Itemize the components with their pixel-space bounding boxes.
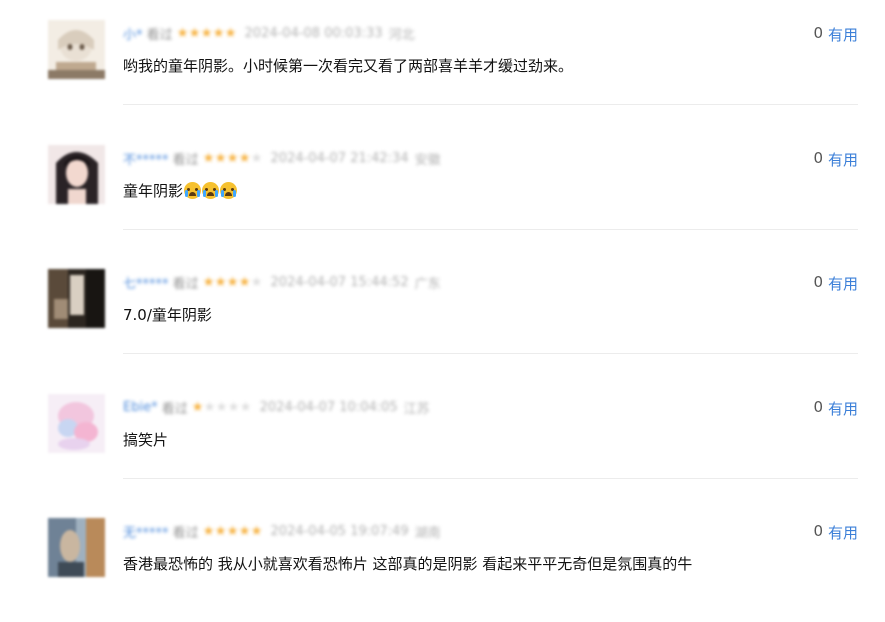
star-icon: ★ <box>238 523 251 539</box>
star-icon: ★ <box>238 150 251 166</box>
watched-label: 看过 <box>146 27 173 43</box>
watched-label: 看过 <box>172 152 199 168</box>
comment-text: 7.0/童年阴影 <box>123 306 212 324</box>
comment-timestamp: 2024-04-07 15:44:52 <box>270 274 409 290</box>
star-icon: ★ <box>202 274 215 290</box>
useful-label: 有用 <box>827 151 858 169</box>
crying-face-icon <box>220 182 238 199</box>
star-icon: ★ <box>212 25 225 41</box>
star-icon: ★ <box>239 399 252 415</box>
useful-label: 有用 <box>827 275 858 293</box>
star-icon: ★ <box>214 523 227 539</box>
comment-text: 童年阴影 <box>123 180 238 201</box>
star-icon: ★ <box>226 150 239 166</box>
divider <box>123 229 858 230</box>
rating-stars: ★ ★ ★ ★ ★ <box>192 401 252 414</box>
comment-item: 无***** 看过 ★ ★ ★ ★ ★ 2024-04-05 19:07:49 … <box>0 498 885 622</box>
comment-timestamp: 2024-04-07 10:04:05 <box>259 399 398 415</box>
watched-label: 看过 <box>172 276 199 292</box>
useful-button[interactable]: 0 有用 <box>813 273 858 294</box>
rating-stars: ★ ★ ★ ★ ★ <box>203 276 263 289</box>
comment-meta: 不***** 看过 ★ ★ ★ ★ ★ 2024-04-07 21:42:34 … <box>123 148 441 168</box>
comment-location: 河北 <box>388 27 415 43</box>
star-icon: ★ <box>176 25 189 41</box>
star-icon: ★ <box>250 274 263 290</box>
star-icon: ★ <box>188 25 201 41</box>
comment-timestamp: 2024-04-07 21:42:34 <box>270 150 409 166</box>
username-link[interactable]: 小* <box>123 24 143 43</box>
avatar[interactable] <box>48 20 105 79</box>
username-link[interactable]: 不***** <box>123 149 169 168</box>
username-link[interactable]: 七***** <box>123 273 169 292</box>
star-icon: ★ <box>238 274 251 290</box>
rating-stars: ★ ★ ★ ★ ★ <box>203 152 263 165</box>
comment-meta: 小* 看过 ★ ★ ★ ★ ★ 2024-04-08 00:03:33 河北 <box>123 23 415 43</box>
avatar[interactable] <box>48 269 105 328</box>
star-icon: ★ <box>214 150 227 166</box>
star-icon: ★ <box>224 25 237 41</box>
star-icon: ★ <box>214 274 227 290</box>
useful-count: 0 <box>813 273 823 291</box>
comment-meta: 无***** 看过 ★ ★ ★ ★ ★ 2024-04-05 19:07:49 … <box>123 521 441 541</box>
comment-location: 湖南 <box>414 525 441 541</box>
rating-stars: ★ ★ ★ ★ ★ <box>177 27 237 40</box>
rating-stars: ★ ★ ★ ★ ★ <box>203 525 263 538</box>
divider <box>123 104 858 105</box>
crying-face-icon <box>184 182 202 199</box>
useful-count: 0 <box>813 24 823 42</box>
username-link[interactable]: Ebie* <box>123 400 158 415</box>
comment-timestamp: 2024-04-08 00:03:33 <box>244 25 383 41</box>
useful-button[interactable]: 0 有用 <box>813 522 858 543</box>
avatar[interactable] <box>48 394 105 453</box>
comment-item: 七***** 看过 ★ ★ ★ ★ ★ 2024-04-07 15:44:52 … <box>0 249 885 373</box>
star-icon: ★ <box>215 399 228 415</box>
comment-timestamp: 2024-04-05 19:07:49 <box>270 523 409 539</box>
useful-label: 有用 <box>827 524 858 542</box>
comment-item: Ebie* 看过 ★ ★ ★ ★ ★ 2024-04-07 10:04:05 江… <box>0 374 885 498</box>
divider <box>123 478 858 479</box>
useful-label: 有用 <box>827 400 858 418</box>
useful-button[interactable]: 0 有用 <box>813 24 858 45</box>
star-icon: ★ <box>250 150 263 166</box>
comment-location: 广东 <box>414 276 441 292</box>
comment-location: 江苏 <box>403 401 430 417</box>
comment-item: 不***** 看过 ★ ★ ★ ★ ★ 2024-04-07 21:42:34 … <box>0 125 885 249</box>
star-icon: ★ <box>250 523 263 539</box>
useful-button[interactable]: 0 有用 <box>813 398 858 419</box>
useful-label: 有用 <box>827 26 858 44</box>
watched-label: 看过 <box>161 401 188 417</box>
comment-meta: 七***** 看过 ★ ★ ★ ★ ★ 2024-04-07 15:44:52 … <box>123 272 441 292</box>
comment-text: 哟我的童年阴影。小时候第一次看完又看了两部喜羊羊才缓过劲来。 <box>123 57 574 75</box>
avatar[interactable] <box>48 145 105 204</box>
star-icon: ★ <box>200 25 213 41</box>
useful-count: 0 <box>813 398 823 416</box>
divider <box>123 353 858 354</box>
comment-text: 搞笑片 <box>123 431 169 449</box>
username-link[interactable]: 无***** <box>123 522 169 541</box>
useful-count: 0 <box>813 149 823 167</box>
comment-item: 小* 看过 ★ ★ ★ ★ ★ 2024-04-08 00:03:33 河北 哟… <box>0 0 885 124</box>
star-icon: ★ <box>226 274 239 290</box>
comment-text-content: 童年阴影 <box>123 182 184 200</box>
star-icon: ★ <box>203 399 216 415</box>
star-icon: ★ <box>227 399 240 415</box>
useful-count: 0 <box>813 522 823 540</box>
watched-label: 看过 <box>172 525 199 541</box>
comment-text: 香港最恐怖的 我从小就喜欢看恐怖片 这部真的是阴影 看起来平平无奇但是氛围真的牛 <box>123 555 693 573</box>
avatar[interactable] <box>48 518 105 577</box>
star-icon: ★ <box>202 523 215 539</box>
star-icon: ★ <box>202 150 215 166</box>
star-icon: ★ <box>226 523 239 539</box>
comment-meta: Ebie* 看过 ★ ★ ★ ★ ★ 2024-04-07 10:04:05 江… <box>123 397 430 417</box>
comment-location: 安徽 <box>414 152 441 168</box>
crying-face-icon <box>202 182 220 199</box>
useful-button[interactable]: 0 有用 <box>813 149 858 170</box>
star-icon: ★ <box>191 399 204 415</box>
